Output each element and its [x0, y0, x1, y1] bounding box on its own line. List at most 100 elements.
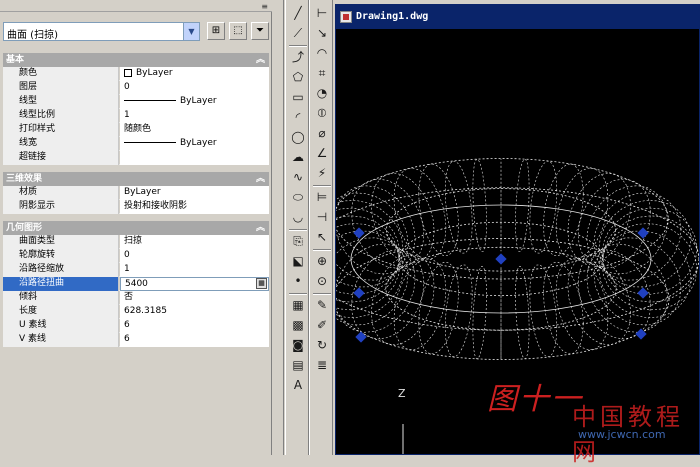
- property-value-text: 6: [124, 334, 130, 344]
- center-mark-icon[interactable]: ⊙: [312, 272, 332, 290]
- property-value: 投射和接收阴影: [120, 200, 269, 214]
- collapse-icon[interactable]: ︽: [256, 172, 265, 186]
- grip-handle[interactable]: [495, 253, 507, 265]
- property-row[interactable]: 线型 ByLayer: [3, 95, 269, 109]
- hatch-icon[interactable]: ▦: [288, 296, 308, 314]
- property-row[interactable]: 长度 628.3185: [3, 305, 269, 319]
- quick-select-button[interactable]: ⏷: [251, 22, 269, 40]
- palette-splitter[interactable]: [272, 0, 284, 455]
- arc-length-icon[interactable]: ◠: [312, 44, 332, 62]
- continue-dimension-icon[interactable]: ⊣: [312, 208, 332, 226]
- grip-handle[interactable]: [637, 287, 649, 299]
- property-row[interactable]: 颜色 ByLayer: [3, 67, 269, 81]
- property-value-text: 1: [124, 264, 130, 274]
- pickadd-icon: ⊞: [211, 25, 221, 36]
- property-row[interactable]: 沿路径缩放 1: [3, 263, 269, 277]
- palette-close-icon[interactable]: ≡: [261, 2, 268, 11]
- arc-icon[interactable]: ◜: [288, 108, 308, 126]
- table-icon[interactable]: ▤: [288, 356, 308, 374]
- property-row[interactable]: 图层 0: [3, 81, 269, 95]
- object-type-selector[interactable]: 曲面 (扫掠) ▼: [3, 22, 200, 41]
- property-value-text: ByLayer: [124, 187, 161, 197]
- polygon-icon[interactable]: ⬠: [288, 68, 308, 86]
- select-cursor-icon: ⬚: [233, 25, 243, 36]
- gradient-icon[interactable]: ▩: [288, 316, 308, 334]
- section-header[interactable]: 几何图形 ︽: [3, 221, 269, 235]
- quick-leader-icon[interactable]: ↖: [312, 228, 332, 246]
- ellipse-icon[interactable]: ⬭: [288, 188, 308, 206]
- ordinate-dimension-icon[interactable]: ⌗: [312, 64, 332, 82]
- grip-handle[interactable]: [637, 227, 649, 239]
- property-label: 线型: [3, 95, 119, 109]
- property-label: 沿路径缩放: [3, 263, 119, 277]
- property-value-input[interactable]: 5400: [120, 277, 269, 291]
- toolbar-separator: [313, 249, 331, 251]
- property-value-text: 628.3185: [124, 306, 167, 316]
- collapse-icon[interactable]: ︽: [256, 53, 265, 67]
- property-value-text: 0: [124, 250, 130, 260]
- property-label: 材质: [3, 186, 119, 200]
- property-label: V 素线: [3, 333, 119, 347]
- radius-dimension-icon[interactable]: ◔: [312, 84, 332, 102]
- drawing-title-bar[interactable]: Drawing1.dwg: [336, 5, 699, 29]
- property-row[interactable]: U 素线 6: [3, 319, 269, 333]
- property-value: ByLayer: [120, 67, 269, 81]
- construction-line-icon[interactable]: ⟋: [288, 24, 308, 42]
- toggle-pickadd-button[interactable]: ⊞: [207, 22, 225, 40]
- property-row[interactable]: 沿路径扭曲 5400 ▦: [3, 277, 269, 291]
- dimension-update-icon[interactable]: ↻: [312, 336, 332, 354]
- ucs-z-axis-label: Z: [398, 387, 406, 400]
- polyline-icon[interactable]: ⤴: [288, 48, 308, 66]
- circle-icon[interactable]: ◯: [288, 128, 308, 146]
- spline-icon[interactable]: ∿: [288, 168, 308, 186]
- dimension-style-icon[interactable]: ≣: [312, 356, 332, 374]
- property-row[interactable]: 线型比例 1: [3, 109, 269, 123]
- dimension-text-edit-icon[interactable]: ✐: [312, 316, 332, 334]
- section-header[interactable]: 三维效果 ︽: [3, 172, 269, 186]
- insert-block-icon[interactable]: ⎘: [288, 232, 308, 250]
- region-icon[interactable]: ◙: [288, 336, 308, 354]
- line-icon[interactable]: ╱: [288, 4, 308, 22]
- property-value-text: 扫掠: [124, 236, 143, 246]
- funnel-icon: ⏷: [256, 25, 264, 36]
- select-objects-button[interactable]: ⬚: [229, 22, 247, 40]
- property-value-text: 5400: [125, 279, 148, 289]
- make-block-icon[interactable]: ⬕: [288, 252, 308, 270]
- rectangle-icon[interactable]: ▭: [288, 88, 308, 106]
- dimension-edit-icon[interactable]: ✎: [312, 296, 332, 314]
- calculator-icon[interactable]: ▦: [256, 278, 267, 289]
- chevron-down-icon[interactable]: ▼: [183, 23, 199, 40]
- tolerance-icon[interactable]: ⊕: [312, 252, 332, 270]
- diameter-dimension-icon[interactable]: ⌀: [312, 124, 332, 142]
- multiline-text-icon[interactable]: A: [288, 376, 308, 394]
- property-row[interactable]: 打印样式 随颜色: [3, 123, 269, 137]
- quick-dimension-icon[interactable]: ⚡: [312, 164, 332, 182]
- property-row[interactable]: 曲面类型 扫掠: [3, 235, 269, 249]
- property-value-text: 投射和接收阴影: [124, 201, 188, 211]
- point-icon[interactable]: •: [288, 272, 308, 290]
- grip-handle[interactable]: [353, 227, 365, 239]
- property-row[interactable]: 阴影显示 投射和接收阴影: [3, 200, 269, 214]
- baseline-dimension-icon[interactable]: ⊨: [312, 188, 332, 206]
- property-row[interactable]: 材质 ByLayer: [3, 186, 269, 200]
- property-row[interactable]: 线宽 ByLayer: [3, 137, 269, 151]
- property-row[interactable]: 超链接: [3, 151, 269, 165]
- jogged-dimension-icon[interactable]: ⦶: [312, 104, 332, 122]
- collapse-icon[interactable]: ︽: [256, 221, 265, 235]
- grip-handle[interactable]: [353, 287, 365, 299]
- ellipse-arc-icon[interactable]: ◡: [288, 208, 308, 226]
- property-row[interactable]: V 素线 6: [3, 333, 269, 347]
- revision-cloud-icon[interactable]: ☁: [288, 148, 308, 166]
- aligned-dimension-icon[interactable]: ↘: [312, 24, 332, 42]
- property-value: 否: [120, 291, 269, 305]
- property-value-text: ByLayer: [180, 138, 217, 148]
- surface-meridian: [304, 207, 401, 295]
- toolbar-separator: [289, 293, 307, 295]
- palette-title-bar[interactable]: ≡: [0, 0, 272, 12]
- linear-dimension-icon[interactable]: ⊢: [312, 4, 332, 22]
- section-header[interactable]: 基本 ︽: [3, 53, 269, 67]
- angular-dimension-icon[interactable]: ∠: [312, 144, 332, 162]
- grip-handle[interactable]: [355, 331, 367, 343]
- property-row[interactable]: 倾斜否: [3, 291, 269, 305]
- property-row[interactable]: 轮廓旋转 0: [3, 249, 269, 263]
